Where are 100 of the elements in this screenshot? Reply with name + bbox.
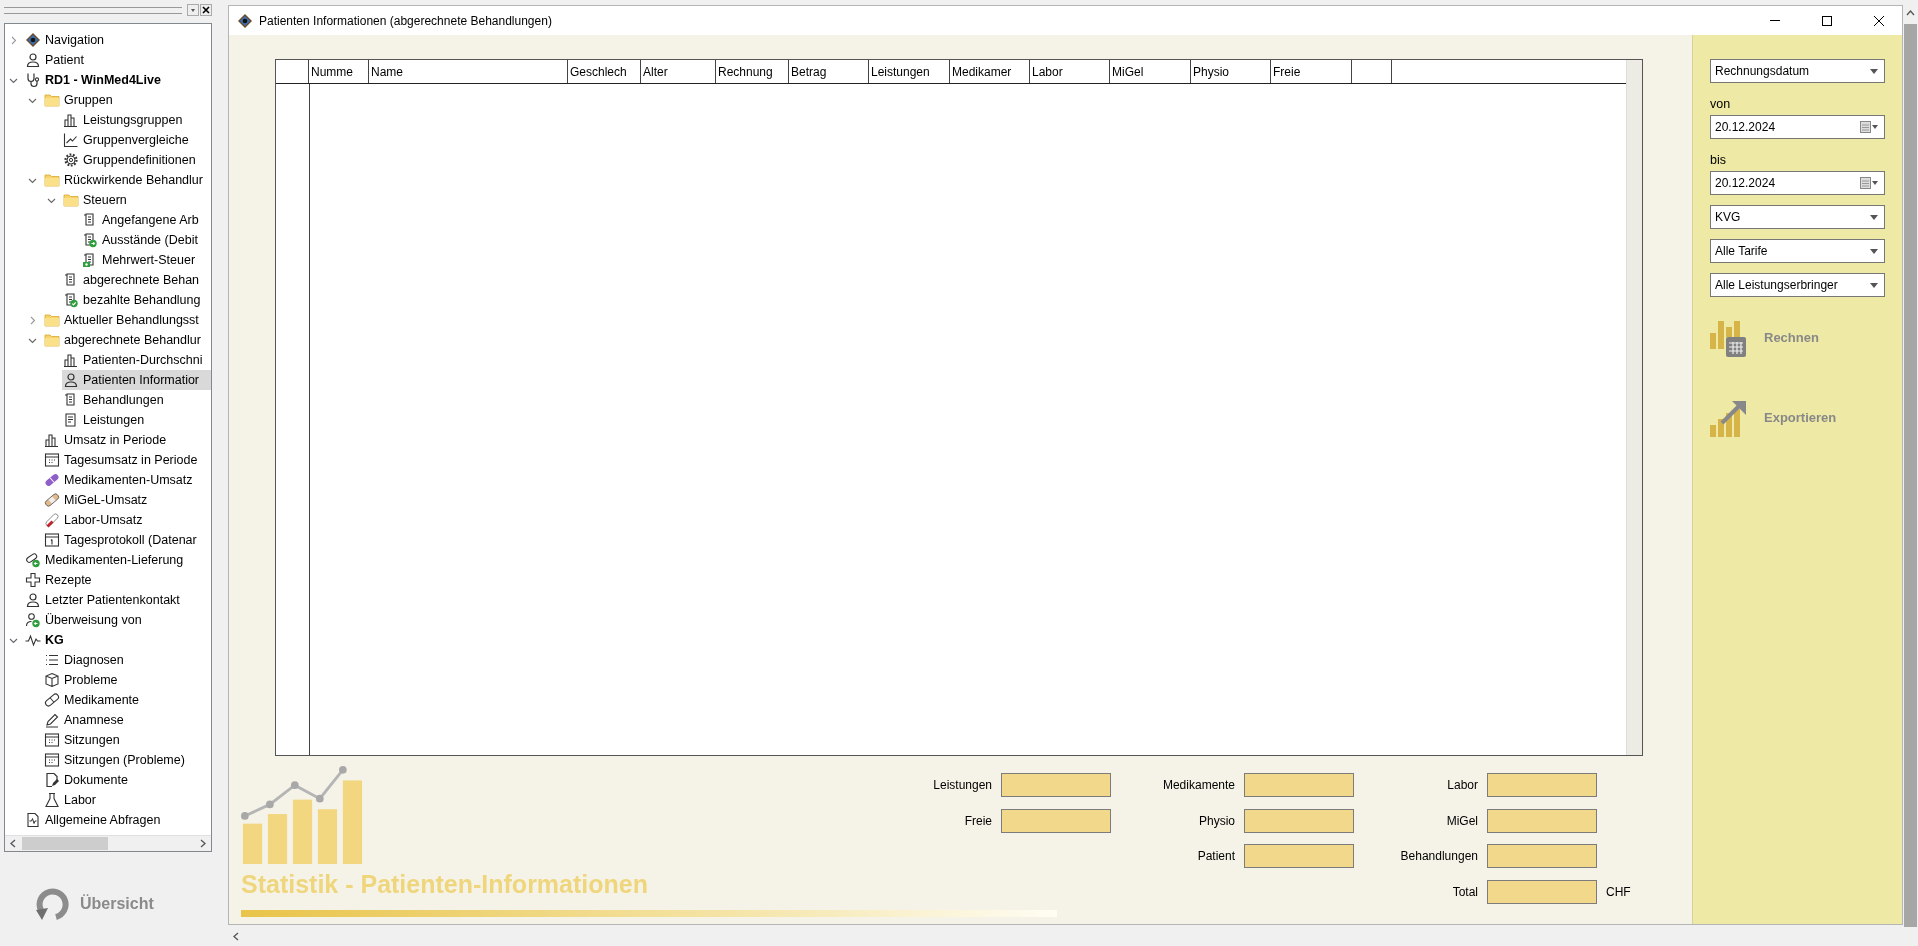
folder-icon [63, 192, 79, 208]
document-badge-icon [82, 232, 98, 248]
stethoscope-icon [25, 72, 41, 88]
tree-item[interactable]: Mehrwert-Steuer [81, 250, 211, 270]
expand-chevron-icon[interactable] [9, 35, 18, 45]
tree-item[interactable]: Labor [43, 790, 211, 810]
folder-icon [44, 332, 60, 348]
grip-handle[interactable] [4, 6, 182, 14]
tree-item[interactable]: Probleme [43, 670, 211, 690]
tree-item[interactable]: Medikamenten-Lieferung [24, 550, 211, 570]
person-icon [25, 52, 41, 68]
tree-item[interactable]: Leistungen [62, 410, 211, 430]
tree-item[interactable]: Leistungsgruppen [62, 110, 211, 130]
column-header[interactable]: Freie [1271, 60, 1352, 83]
field-label: Behandlungen [1399, 849, 1478, 863]
tree-item[interactable]: Steuern [62, 190, 211, 210]
compass-icon [25, 32, 41, 48]
dropdown[interactable]: Alle Leistungserbringer [1710, 273, 1885, 297]
column-header[interactable]: Alter [641, 60, 716, 83]
calendar-icon [44, 532, 60, 548]
tree-item[interactable]: bezahlte Behandlung [62, 290, 211, 310]
field-label: bis [1710, 153, 1727, 167]
compass-icon [237, 12, 253, 29]
scroll-right-icon[interactable] [198, 839, 207, 848]
tree-item[interactable]: Angefangene Arb [81, 210, 211, 230]
calendar-dropdown-icon [1860, 177, 1878, 189]
dropdown[interactable]: Alle Tarife [1710, 239, 1885, 263]
date-field[interactable]: 20.12.2024 [1710, 115, 1885, 139]
tree-item[interactable]: KG [24, 630, 211, 650]
tree-item[interactable]: MiGeL-Umsatz [43, 490, 211, 510]
dropdown[interactable]: KVG [1710, 205, 1885, 229]
flask-icon [44, 792, 60, 808]
tree-item[interactable]: Anamnese [43, 710, 211, 730]
tree-item[interactable]: Gruppendefinitionen [62, 150, 211, 170]
tree-item[interactable]: RD1 - WinMed4Live [24, 70, 211, 90]
tree-item[interactable]: Rezepte [24, 570, 211, 590]
tree-item[interactable]: Navigation [24, 30, 211, 50]
calendar-icon [44, 452, 60, 468]
tree-item[interactable]: Medikamente [43, 690, 211, 710]
column-header[interactable]: Rechnung [716, 60, 789, 83]
tree-item[interactable]: Allgemeine Abfragen [24, 810, 211, 830]
tree-item[interactable]: Sitzungen (Probleme) [43, 750, 211, 770]
close-icon [1873, 14, 1885, 27]
calendar-icon [44, 732, 60, 748]
bar-chart-icon [63, 112, 79, 128]
tree-item[interactable]: Medikamenten-Umsatz [43, 470, 211, 490]
date-field[interactable]: 20.12.2024 [1710, 171, 1885, 195]
tree-item[interactable]: Gruppen [43, 90, 211, 110]
field-label: Physio [1197, 813, 1235, 828]
column-header[interactable]: Geschlech [568, 60, 641, 83]
tree-item[interactable]: Umsatz in Periode [43, 430, 211, 450]
box-icon [44, 672, 60, 688]
tree-item[interactable]: Aktueller Behandlungsst [43, 310, 211, 330]
person-icon [63, 372, 79, 388]
tree-item[interactable]: abgerechnete Behan [62, 270, 211, 290]
tree-item[interactable]: Patienten-Durchschni [62, 350, 211, 370]
scroll-left-icon[interactable] [232, 932, 241, 941]
tree-item[interactable]: Behandlungen [62, 390, 211, 410]
column-header[interactable]: Labor [1030, 60, 1110, 83]
cross-icon [25, 572, 41, 588]
person-icon [25, 592, 41, 608]
gear-icon [63, 152, 79, 168]
column-header[interactable]: Numme [309, 60, 369, 83]
tree-item[interactable]: Tagesprotokoll (Datenar [43, 530, 211, 550]
scroll-up-icon[interactable] [1906, 9, 1915, 18]
column-header[interactable]: Physio [1191, 60, 1271, 83]
column-header[interactable]: MiGel [1110, 60, 1191, 83]
tree-item[interactable]: Dokumente [43, 770, 211, 790]
column-header[interactable]: Betrag [789, 60, 869, 83]
tree-item[interactable]: Sitzungen [43, 730, 211, 750]
tree-item[interactable]: Diagnosen [43, 650, 211, 670]
tree-item[interactable]: abgerechnete Behandlur [43, 330, 211, 350]
tree-item[interactable]: Labor-Umsatz [43, 510, 211, 530]
pencil-icon [44, 712, 60, 728]
close-icon[interactable] [200, 4, 212, 16]
person-badge-icon [25, 612, 41, 628]
scrollbar-thumb[interactable] [1904, 24, 1917, 927]
column-header[interactable]: Medikamer [950, 60, 1030, 83]
tree-item[interactable]: Rückwirkende Behandlur [43, 170, 211, 190]
tree-item[interactable]: Patienten Informatior [62, 370, 211, 390]
expand-chevron-icon[interactable] [28, 315, 37, 325]
maximize-icon [1821, 14, 1833, 27]
tree-item[interactable]: Gruppenvergleiche [62, 130, 211, 150]
dropdown[interactable]: Rechnungsdatum [1710, 59, 1885, 83]
column-header[interactable]: Name [369, 60, 568, 83]
field-label: MiGel [1445, 813, 1478, 828]
bar-chart-icon [63, 352, 79, 368]
tree-item[interactable]: Überweisung von [24, 610, 211, 630]
field-label: Leistungen [932, 778, 992, 792]
scroll-left-icon[interactable] [9, 839, 18, 848]
scrollbar-thumb[interactable] [22, 837, 108, 850]
tree-item[interactable]: Patient [24, 50, 211, 70]
tree-item[interactable]: Tagesumsatz in Periode [43, 450, 211, 470]
tree-item[interactable]: Ausstände (Debit [81, 230, 211, 250]
field-label: Total [1451, 884, 1478, 899]
column-header[interactable]: Leistungen [869, 60, 950, 83]
tree-item[interactable]: Letzter Patientenkontakt [24, 590, 211, 610]
logo-title: Statistik - Patienten-Informationen [241, 869, 649, 900]
document-pulse-icon [25, 812, 41, 828]
circular-arrow-icon [34, 886, 70, 922]
